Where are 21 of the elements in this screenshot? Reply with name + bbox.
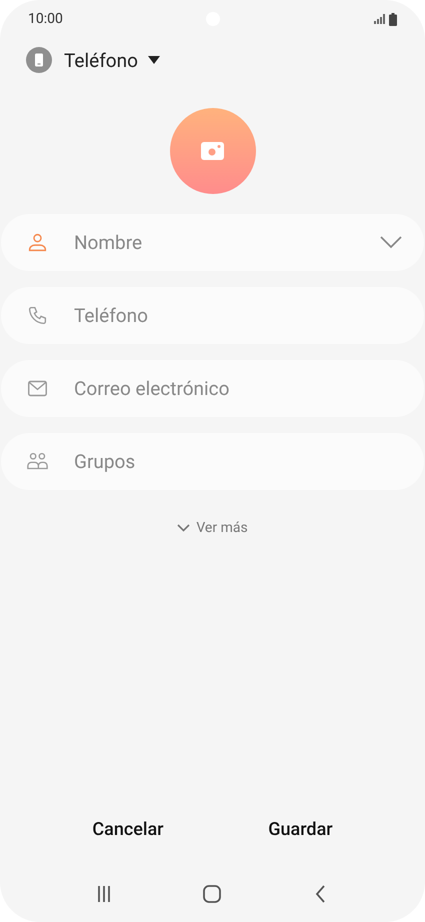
- input-field[interactable]: Teléfono: [1, 287, 424, 344]
- input-field[interactable]: Grupos: [1, 433, 424, 490]
- signal-icon: [374, 14, 386, 24]
- battery-icon: [389, 12, 397, 26]
- account-dropdown[interactable]: Teléfono: [64, 48, 160, 72]
- input-field[interactable]: Correo electrónico: [1, 360, 424, 417]
- caret-down-icon: [148, 56, 160, 64]
- input-field[interactable]: Nombre: [1, 214, 424, 271]
- action-button[interactable]: Cancelar: [82, 815, 174, 844]
- chevron-down-icon[interactable]: [380, 236, 402, 249]
- text-input[interactable]: Correo electrónico: [72, 376, 402, 401]
- text-input[interactable]: Nombre: [72, 230, 356, 255]
- camera-icon: [200, 142, 224, 160]
- home-icon[interactable]: [202, 884, 222, 904]
- text-input[interactable]: Grupos: [72, 449, 402, 474]
- phone-account-icon: [26, 47, 52, 73]
- status-time: 10:00: [28, 11, 63, 27]
- see-more-link[interactable]: Ver más: [177, 520, 248, 536]
- text-input[interactable]: Teléfono: [72, 303, 402, 328]
- chevron-down-icon: [177, 524, 190, 532]
- action-button[interactable]: Guardar: [258, 815, 343, 844]
